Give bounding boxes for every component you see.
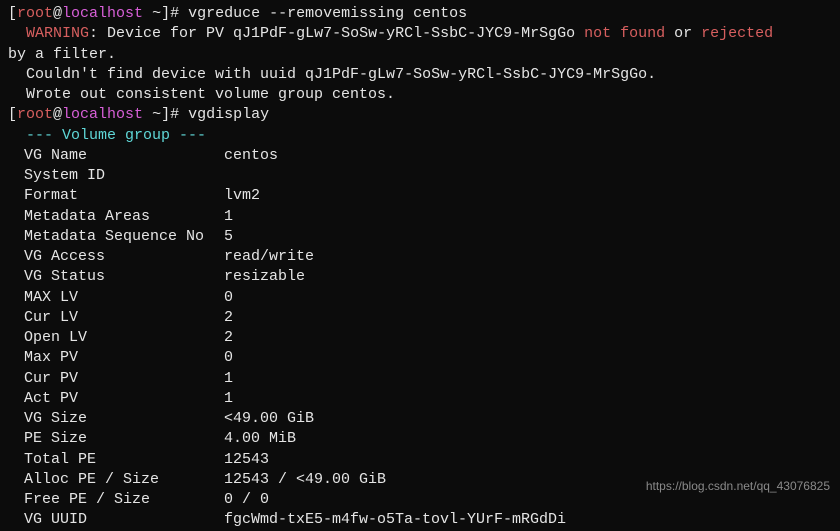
vg-curlv-row: Cur LV2	[8, 308, 832, 328]
vg-pesize-row: PE Size4.00 MiB	[8, 429, 832, 449]
vg-curpv-row: Cur PV1	[8, 369, 832, 389]
warning-label: WARNING	[26, 25, 89, 42]
vg-sysid-row: System ID	[8, 166, 832, 186]
prompt-host: localhost	[62, 5, 143, 22]
vg-uuid-row: VG UUIDfgcWmd-txE5-m4fw-o5Ta-tovl-YUrF-m…	[8, 510, 832, 530]
prompt-line-1[interactable]: [root@localhost ~]# vgreduce --removemis…	[8, 4, 832, 24]
terminal-output: [root@localhost ~]# vgreduce --removemis…	[8, 4, 832, 531]
vg-mdareas-row: Metadata Areas1	[8, 207, 832, 227]
output-line-wrote: Wrote out consistent volume group centos…	[8, 85, 832, 105]
vg-access-row: VG Accessread/write	[8, 247, 832, 267]
prompt-line-2[interactable]: [root@localhost ~]# vgdisplay	[8, 105, 832, 125]
vg-name-val: centos	[224, 146, 278, 166]
output-line-cant-find: Couldn't find device with uuid qJ1PdF-gL…	[8, 65, 832, 85]
vg-size-row: VG Size<49.00 GiB	[8, 409, 832, 429]
command-1: vgreduce --removemissing centos	[188, 5, 467, 22]
prompt-host: localhost	[62, 106, 143, 123]
vg-header: --- Volume group ---	[8, 126, 832, 146]
prompt-user: root	[17, 106, 53, 123]
warning-line-1: WARNING: Device for PV qJ1PdF-gLw7-SoSw-…	[8, 24, 832, 44]
vg-name-row: VG Namecentos	[8, 146, 832, 166]
not-found-text: not found	[584, 25, 665, 42]
vg-totalpe-row: Total PE12543	[8, 450, 832, 470]
watermark-text: https://blog.csdn.net/qq_43076825	[646, 478, 830, 494]
command-2: vgdisplay	[188, 106, 269, 123]
prompt-path: ~	[152, 5, 161, 22]
vg-openlv-row: Open LV2	[8, 328, 832, 348]
prompt-user: root	[17, 5, 53, 22]
warning-line-2: by a filter.	[8, 45, 832, 65]
vg-maxpv-row: Max PV0	[8, 348, 832, 368]
vg-status-row: VG Statusresizable	[8, 267, 832, 287]
vg-actpv-row: Act PV1	[8, 389, 832, 409]
vg-maxlv-row: MAX LV0	[8, 288, 832, 308]
prompt-path: ~	[152, 106, 161, 123]
vg-format-row: Formatlvm2	[8, 186, 832, 206]
vg-mdseq-row: Metadata Sequence No5	[8, 227, 832, 247]
rejected-text: rejected	[701, 25, 773, 42]
vg-name-key: VG Name	[8, 146, 224, 166]
